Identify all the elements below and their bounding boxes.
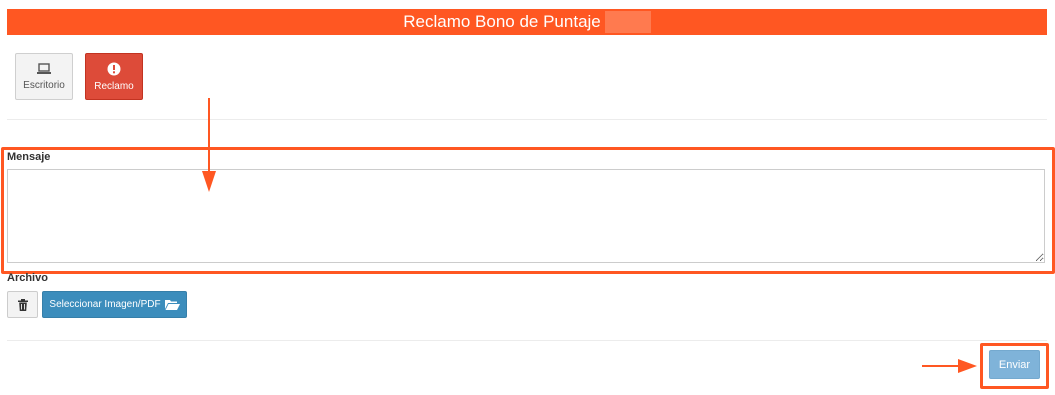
page-title: Reclamo Bono de Puntaje [403, 12, 601, 31]
enviar-button[interactable]: Enviar [989, 350, 1040, 379]
reclamo-label: Reclamo [94, 80, 134, 92]
select-file-button[interactable]: Seleccionar Imagen/PDF [42, 291, 187, 318]
folder-open-icon [164, 300, 180, 310]
reclamo-button[interactable]: Reclamo [85, 53, 143, 100]
annotation-arrow-right-head [958, 359, 977, 373]
escritorio-button[interactable]: Escritorio [15, 53, 73, 100]
select-file-label: Seleccionar Imagen/PDF [49, 299, 161, 310]
redacted-block [604, 11, 651, 33]
divider [7, 119, 1047, 120]
archivo-label: Archivo [7, 272, 48, 284]
laptop-icon [37, 62, 51, 74]
page-header: Reclamo Bono de Puntaje [7, 9, 1047, 35]
exclamation-circle-icon [107, 62, 121, 75]
delete-file-button[interactable] [7, 291, 38, 318]
divider [7, 340, 1047, 341]
trash-icon [17, 298, 28, 311]
mensaje-label: Mensaje [7, 151, 51, 163]
escritorio-label: Escritorio [23, 79, 65, 91]
mensaje-textarea[interactable] [7, 169, 1045, 263]
